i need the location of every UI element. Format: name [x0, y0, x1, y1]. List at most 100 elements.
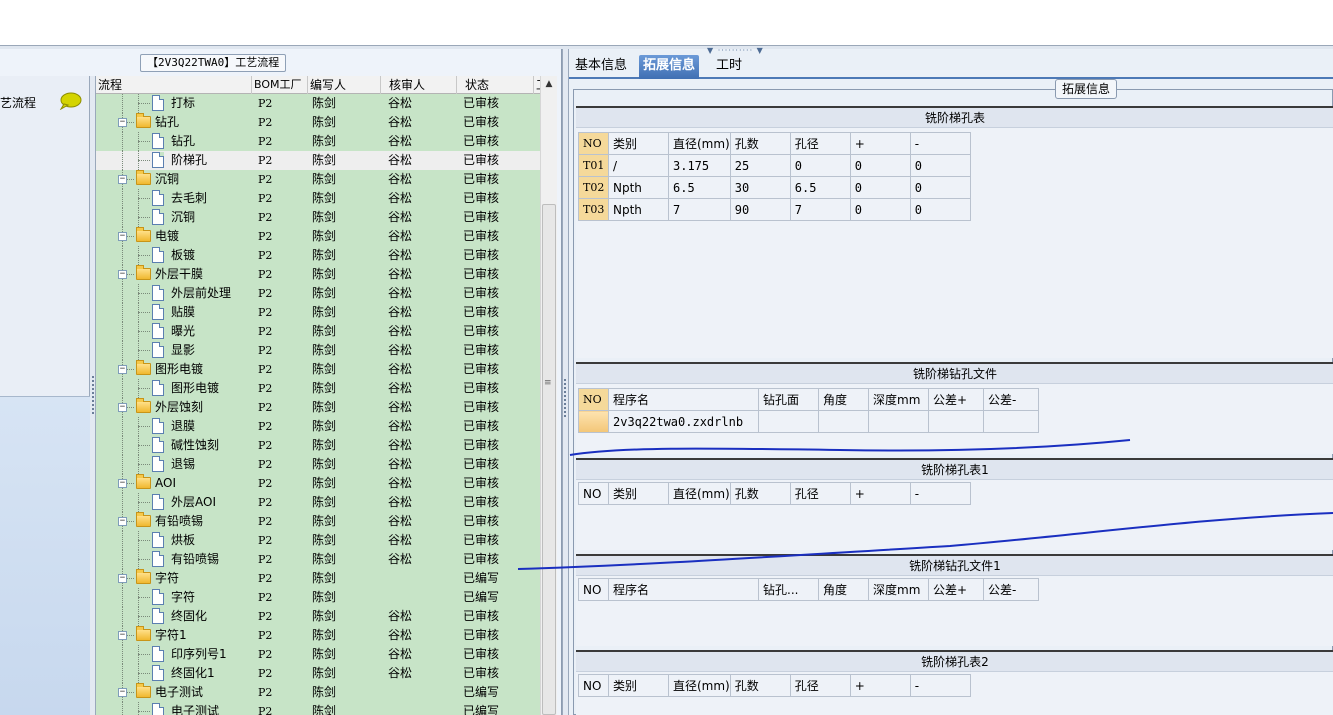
tree-row[interactable]: − 图形电镀 P2 陈剑 谷松 已审核: [96, 360, 540, 379]
tree-row[interactable]: − 有铅喷锡 P2 陈剑 谷松 已审核: [96, 512, 540, 531]
tree-row[interactable]: 阶梯孔 P2 陈剑 谷松 已审核: [96, 151, 540, 170]
table-row[interactable]: T03 Npth 7 90 7 0 0: [578, 198, 971, 221]
tree-row[interactable]: 外层AOI P2 陈剑 谷松 已审核: [96, 493, 540, 512]
tree-row[interactable]: 显影 P2 陈剑 谷松 已审核: [96, 341, 540, 360]
tree-row[interactable]: 烘板 P2 陈剑 谷松 已审核: [96, 531, 540, 550]
collapse-toggle-icon[interactable]: −: [118, 688, 127, 697]
tree-row[interactable]: 贴膜 P2 陈剑 谷松 已审核: [96, 303, 540, 322]
middle-splitter[interactable]: [562, 49, 569, 715]
cell-no[interactable]: T02: [578, 176, 609, 199]
tree-row[interactable]: 去毛刺 P2 陈剑 谷松 已审核: [96, 189, 540, 208]
cell-angle[interactable]: [818, 410, 869, 433]
tree-row[interactable]: 图形电镀 P2 陈剑 谷松 已审核: [96, 379, 540, 398]
column-header-writer[interactable]: 编写人: [308, 76, 381, 94]
table-row[interactable]: T02 Npth 6.5 30 6.5 0 0: [578, 176, 971, 199]
scrollbar-thumb[interactable]: [542, 204, 556, 715]
tree-row[interactable]: 终固化1 P2 陈剑 谷松 已审核: [96, 664, 540, 683]
column-header-reviewer[interactable]: 核审人: [381, 76, 457, 94]
cell-writer: 陈剑: [312, 647, 337, 661]
tree-row[interactable]: 退锡 P2 陈剑 谷松 已审核: [96, 455, 540, 474]
cell-writer: 陈剑: [312, 476, 337, 490]
collapse-toggle-icon[interactable]: −: [118, 517, 127, 526]
cell-hole-count[interactable]: 25: [729, 154, 791, 177]
tree-row[interactable]: 钻孔 P2 陈剑 谷松 已审核: [96, 132, 540, 151]
grid-vertical-scrollbar[interactable]: ▲ ≡: [540, 76, 557, 715]
tree-row[interactable]: 板镀 P2 陈剑 谷松 已审核: [96, 246, 540, 265]
tree-row[interactable]: − 电镀 P2 陈剑 谷松 已审核: [96, 227, 540, 246]
collapse-toggle-icon[interactable]: −: [118, 175, 127, 184]
nav-item-process-flow[interactable]: 艺流程: [0, 88, 90, 116]
tree-row-name: 图形电镀: [171, 381, 220, 395]
tree-row[interactable]: 打标 P2 陈剑 谷松 已审核: [96, 94, 540, 113]
cell-program-name[interactable]: 2v3q22twa0.zxdrlnb: [608, 410, 759, 433]
cell-plus[interactable]: 0: [849, 154, 911, 177]
tree-row[interactable]: − 沉铜 P2 陈剑 谷松 已审核: [96, 170, 540, 189]
tree-row[interactable]: 印序列号1 P2 陈剑 谷松 已审核: [96, 645, 540, 664]
tree-row-name: 阶梯孔: [171, 153, 208, 167]
table-row[interactable]: 2v3q22twa0.zxdrlnb: [578, 410, 1039, 433]
cell-minus[interactable]: 0: [909, 176, 971, 199]
cell-no[interactable]: T03: [578, 198, 609, 221]
tree-guide-line: [122, 531, 123, 550]
table-row[interactable]: T01 / 3.175 25 0 0 0: [578, 154, 971, 177]
column-header-flow[interactable]: 流程: [96, 76, 252, 94]
tree-row[interactable]: 曝光 P2 陈剑 谷松 已审核: [96, 322, 540, 341]
cell-category[interactable]: Npth: [608, 176, 669, 199]
tree-row[interactable]: − 字符1 P2 陈剑 谷松 已审核: [96, 626, 540, 645]
tree-row[interactable]: 外层前处理 P2 陈剑 谷松 已审核: [96, 284, 540, 303]
collapse-toggle-icon[interactable]: −: [118, 118, 127, 127]
tree-guide-line: [138, 702, 139, 715]
collapse-toggle-icon[interactable]: −: [118, 232, 127, 241]
cell-diameter[interactable]: 6.5: [668, 176, 731, 199]
tree-row[interactable]: 有铅喷锡 P2 陈剑 谷松 已审核: [96, 550, 540, 569]
cell-drill-side[interactable]: [758, 410, 819, 433]
collapse-toggle-icon[interactable]: −: [118, 365, 127, 374]
cell-plus[interactable]: 0: [849, 176, 911, 199]
tree-row[interactable]: 终固化 P2 陈剑 谷松 已审核: [96, 607, 540, 626]
cell-bom-factory: P2: [258, 306, 273, 319]
cell-hole-count[interactable]: 30: [729, 176, 791, 199]
cell-tol-minus[interactable]: [983, 410, 1039, 433]
cell-hole-count[interactable]: 90: [729, 198, 791, 221]
cell-category[interactable]: /: [608, 154, 669, 177]
collapse-toggle-icon[interactable]: −: [118, 270, 127, 279]
tree-row[interactable]: − 电子测试 P2 陈剑 已编写: [96, 683, 540, 702]
column-header-status[interactable]: 状态: [457, 76, 534, 94]
cell-diameter[interactable]: 7: [668, 198, 731, 221]
cell-diameter[interactable]: 3.175: [668, 154, 731, 177]
cell-no[interactable]: [578, 410, 609, 433]
tree-row[interactable]: − AOI P2 陈剑 谷松 已审核: [96, 474, 540, 493]
tree-row[interactable]: − 字符 P2 陈剑 已编写: [96, 569, 540, 588]
tree-row[interactable]: 沉铜 P2 陈剑 谷松 已审核: [96, 208, 540, 227]
cell-depth[interactable]: [868, 410, 929, 433]
column-header-bom[interactable]: BOM工厂: [252, 76, 308, 94]
tree-row[interactable]: − 外层蚀刻 P2 陈剑 谷松 已审核: [96, 398, 540, 417]
scroll-up-arrow-icon[interactable]: ▲: [541, 76, 557, 93]
collapse-toggle-icon[interactable]: −: [118, 574, 127, 583]
tree-row[interactable]: 字符 P2 陈剑 已编写: [96, 588, 540, 607]
cell-minus[interactable]: 0: [909, 198, 971, 221]
cell-hole-size[interactable]: 6.5: [789, 176, 851, 199]
tab-work-hours[interactable]: 工时: [712, 55, 746, 79]
tab-basic-info[interactable]: 基本信息: [571, 55, 631, 79]
tree-row[interactable]: 电子测试 P2 陈剑 已编写: [96, 702, 540, 715]
collapse-toggle-icon[interactable]: −: [118, 479, 127, 488]
tree-row[interactable]: − 外层干膜 P2 陈剑 谷松 已审核: [96, 265, 540, 284]
cell-no[interactable]: T01: [578, 154, 609, 177]
tree-row[interactable]: 碱性蚀刻 P2 陈剑 谷松 已审核: [96, 436, 540, 455]
tree-row[interactable]: − 钻孔 P2 陈剑 谷松 已审核: [96, 113, 540, 132]
cell-status: 已审核: [463, 115, 500, 129]
tree-row[interactable]: 退膜 P2 陈剑 谷松 已审核: [96, 417, 540, 436]
cell-plus[interactable]: 0: [849, 198, 911, 221]
collapse-toggle-icon[interactable]: −: [118, 631, 127, 640]
header-minus: -: [909, 674, 971, 697]
cell-tol-plus[interactable]: [928, 410, 984, 433]
collapse-toggle-icon[interactable]: −: [118, 403, 127, 412]
cell-minus[interactable]: 0: [909, 154, 971, 177]
cell-category[interactable]: Npth: [608, 198, 669, 221]
cell-hole-size[interactable]: 0: [789, 154, 851, 177]
tab-extended-info[interactable]: 拓展信息: [639, 55, 700, 79]
cell-hole-size[interactable]: 7: [789, 198, 851, 221]
table-header-row: NO 程序名 钻孔面 角度 深度mm 公差+ 公差-: [578, 388, 1039, 411]
tree-guide-line: [138, 540, 150, 541]
